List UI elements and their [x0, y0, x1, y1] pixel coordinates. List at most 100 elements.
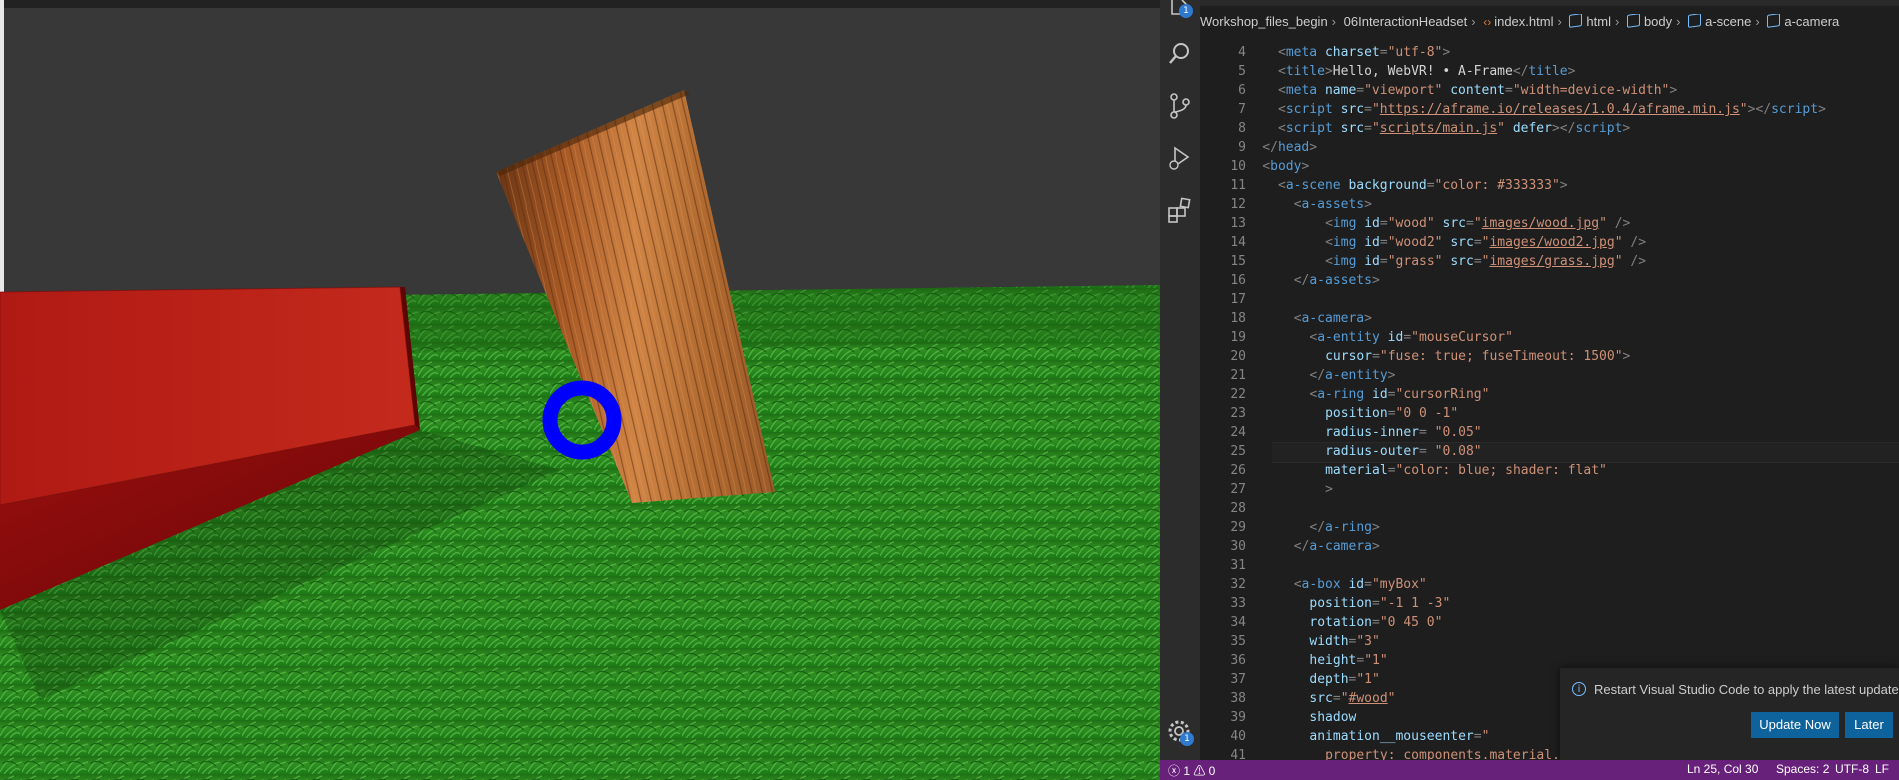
code-token: <	[1278, 178, 1286, 193]
notification-message: Restart Visual Studio Code to apply the …	[1594, 682, 1899, 697]
code-line[interactable]: 28	[1200, 499, 1899, 518]
code-line[interactable]: 14 <img id="wood2" src="images/wood2.jpg"…	[1200, 233, 1899, 252]
problems-indicator[interactable]: ⓧ 1 ⚠ 0	[1168, 762, 1215, 779]
settings-badge: 1	[1180, 732, 1194, 746]
editor-tabs[interactable]	[1200, 0, 1899, 6]
code-token: script	[1285, 102, 1333, 117]
code-token: images/wood.jpg	[1481, 216, 1600, 231]
code-line[interactable]: 32 <a-box id="myBox"	[1200, 575, 1899, 594]
code-line[interactable]: 9 </head>	[1200, 138, 1899, 157]
code-token: =	[1403, 330, 1412, 345]
code-token: ></	[1551, 121, 1576, 136]
code-token: images/wood2.jpg	[1489, 235, 1615, 250]
code-token: width	[1309, 634, 1349, 649]
code-line[interactable]: 24 radius-inner= "0.05"	[1200, 423, 1899, 442]
breadcrumb-item[interactable]: Workshop_files_begin	[1200, 14, 1328, 29]
cursor-position[interactable]: Ln 25, Col 30	[1687, 762, 1758, 776]
code-token: =	[1473, 254, 1482, 269]
aframe-preview[interactable]	[0, 0, 1160, 780]
breadcrumb-item[interactable]: html	[1586, 14, 1611, 29]
code-token: src	[1442, 254, 1474, 269]
code-line[interactable]: 11 <a-scene background="color: #333333">	[1200, 176, 1899, 195]
code-line[interactable]: 21 </a-entity>	[1200, 366, 1899, 385]
code-token: "	[1340, 691, 1349, 706]
code-editor[interactable]: 4 <meta charset="utf-8"> 5 <title>Hello, We…	[1200, 36, 1899, 760]
indentation[interactable]: Spaces: 2	[1776, 762, 1829, 776]
code-line[interactable]: 13 <img id="wood" src="images/wood.jpg" /…	[1200, 214, 1899, 233]
code-line[interactable]: 20 cursor="fuse: true; fuseTimeout: 1500"…	[1200, 347, 1899, 366]
settings-gear-icon[interactable]: 1	[1166, 718, 1194, 746]
line-number: 13	[1230, 216, 1246, 231]
breadcrumb-item[interactable]: body	[1644, 14, 1672, 29]
run-debug-icon[interactable]	[1166, 144, 1194, 172]
code-line[interactable]: 35 width="3"	[1200, 632, 1899, 651]
code-text: <script src="https://aframe.io/releases/…	[1278, 100, 1826, 119]
code-line[interactable]: 6 <meta name="viewport" content="width=de…	[1200, 81, 1899, 100]
code-line[interactable]: 15 <img id="grass" src="images/grass.jpg"…	[1200, 252, 1899, 271]
code-token: />	[1606, 216, 1631, 231]
code-line[interactable]: 7 <script src="https://aframe.io/releases…	[1200, 100, 1899, 119]
code-text: cursor="fuse: true; fuseTimeout: 1500">	[1325, 347, 1630, 366]
code-token: #wood	[1348, 691, 1388, 706]
code-token: "cursorRing"	[1395, 387, 1490, 402]
code-line[interactable]: 25 radius-outer= "0.08"	[1200, 442, 1899, 461]
later-button[interactable]: Later	[1845, 712, 1893, 738]
search-icon[interactable]	[1166, 40, 1194, 68]
code-token: "grass"	[1387, 254, 1443, 269]
code-line[interactable]: 5 <title>Hello, WebVR! • A-Frame</title>	[1200, 62, 1899, 81]
code-line[interactable]: 19 <a-entity id="mouseCursor"	[1200, 328, 1899, 347]
code-token: radius-outer	[1325, 444, 1420, 459]
code-token: rotation	[1309, 615, 1373, 630]
code-text: height="1"	[1309, 651, 1387, 670]
code-line[interactable]: 34 rotation="0 45 0"	[1200, 613, 1899, 632]
code-token: </	[1309, 520, 1326, 535]
code-line[interactable]: 26 material="color: blue; shader: flat"	[1200, 461, 1899, 480]
code-line[interactable]: 8 <script src="scripts/main.js" defer></s…	[1200, 119, 1899, 138]
code-line[interactable]: 4 <meta charset="utf-8">	[1200, 43, 1899, 62]
line-number: 22	[1230, 387, 1246, 402]
code-token: a-assets	[1301, 197, 1365, 212]
breadcrumb-item[interactable]: a-camera	[1784, 14, 1839, 29]
eol[interactable]: LF	[1875, 762, 1889, 776]
line-number: 9	[1238, 140, 1246, 155]
code-token: a-ring	[1317, 387, 1365, 402]
line-number: 16	[1230, 273, 1246, 288]
activity-bar: 1 1	[1160, 0, 1200, 760]
code-token: a-ring	[1325, 520, 1373, 535]
line-number: 6	[1238, 83, 1246, 98]
update-now-button[interactable]: Update Now	[1751, 712, 1839, 738]
code-token: https://aframe.io/releases/1.0.4/aframe.…	[1379, 102, 1740, 117]
code-line[interactable]: 23 position="0 0 -1"	[1200, 404, 1899, 423]
code-line[interactable]: 27 >	[1200, 480, 1899, 499]
code-line[interactable]: 17	[1200, 290, 1899, 309]
code-token: =	[1379, 216, 1388, 231]
encoding[interactable]: UTF-8	[1835, 762, 1869, 776]
code-token: >	[1622, 349, 1631, 364]
breadcrumb-item[interactable]: a-scene	[1705, 14, 1751, 29]
files-icon[interactable]: 1	[1166, 0, 1194, 28]
code-token: radius-inner	[1325, 425, 1420, 440]
code-line[interactable]: 12 <a-assets>	[1200, 195, 1899, 214]
status-bar: ⓧ 1 ⚠ 0 Ln 25, Col 30 Spaces: 2 UTF-8 LF	[1160, 760, 1899, 780]
code-token: "color: #333333"	[1434, 178, 1560, 193]
breadcrumb-item[interactable]: 06InteractionHeadset	[1344, 14, 1468, 29]
code-line[interactable]: 30 </a-camera>	[1200, 537, 1899, 556]
code-token: >	[1559, 178, 1568, 193]
code-line[interactable]: 29 </a-ring>	[1200, 518, 1899, 537]
line-number: 40	[1230, 729, 1246, 744]
code-line[interactable]: 33 position="-1 1 -3"	[1200, 594, 1899, 613]
code-token: height	[1309, 653, 1357, 668]
source-control-icon[interactable]	[1166, 92, 1194, 120]
code-line[interactable]: 22 <a-ring id="cursorRing"	[1200, 385, 1899, 404]
extensions-icon[interactable]	[1166, 196, 1194, 224]
breadcrumb[interactable]: Workshop_files_begin › 06InteractionHeads…	[1200, 14, 1899, 36]
code-line[interactable]: 31	[1200, 556, 1899, 575]
code-line[interactable]: 18 <a-camera>	[1200, 309, 1899, 328]
code-line[interactable]: 16 </a-assets>	[1200, 271, 1899, 290]
code-line[interactable]: 10 <body>	[1200, 157, 1899, 176]
code-token: depth	[1309, 672, 1349, 687]
code-text: <body>	[1262, 157, 1309, 176]
code-token: =	[1372, 596, 1380, 611]
breadcrumb-item[interactable]: index.html	[1494, 14, 1553, 29]
code-token: position	[1325, 406, 1388, 421]
